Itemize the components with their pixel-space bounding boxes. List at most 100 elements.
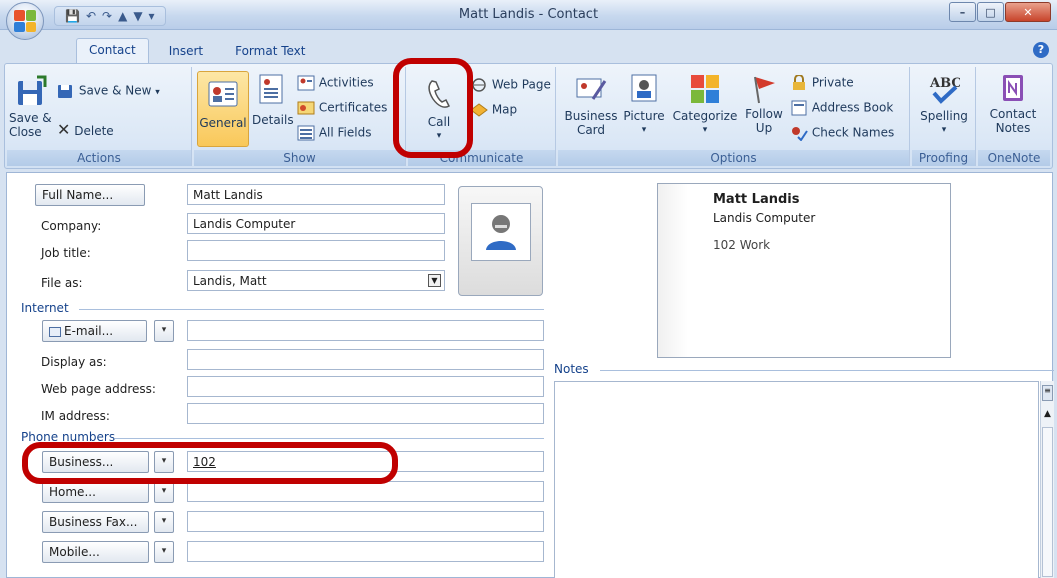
group-communicate: Call ▾ Web Page Map Communicate — [408, 67, 556, 166]
save-new-button[interactable]: Save & New ▾ — [57, 83, 160, 99]
contact-notes-button[interactable]: Contact Notes — [984, 73, 1042, 135]
email-dropdown-button[interactable]: ▾ — [154, 320, 174, 342]
all-fields-button[interactable]: All Fields — [297, 125, 371, 141]
scroll-up-icon[interactable]: ▲ — [1042, 409, 1053, 419]
group-label-communicate: Communicate — [408, 150, 555, 166]
split-view-icon[interactable]: ≡ — [1042, 385, 1053, 401]
group-label-options: Options — [558, 150, 909, 166]
address-book-icon — [791, 100, 807, 116]
full-name-field[interactable]: Matt Landis — [187, 184, 445, 205]
tab-insert[interactable]: Insert — [157, 40, 215, 64]
web-page-label: Web page address: — [41, 382, 156, 396]
home-phone-dropdown-button[interactable]: ▾ — [154, 481, 174, 503]
business-fax-field[interactable] — [187, 511, 544, 532]
file-as-field[interactable]: Landis, Matt — [187, 270, 445, 291]
map-button[interactable]: Map — [470, 102, 517, 118]
card-contact-name: Matt Landis — [713, 192, 800, 207]
check-names-icon — [792, 127, 808, 141]
file-as-label: File as: — [41, 276, 83, 290]
file-as-dropdown-icon[interactable]: ▼ — [428, 274, 441, 287]
tab-format-text[interactable]: Format Text — [223, 40, 317, 64]
web-page-button[interactable]: Web Page — [470, 77, 551, 93]
office-button[interactable] — [6, 2, 44, 40]
phone-numbers-section-title: Phone numbers — [21, 430, 116, 444]
scroll-thumb[interactable] — [1042, 427, 1053, 577]
group-label-show: Show — [194, 150, 405, 166]
mobile-phone-dropdown-button[interactable]: ▾ — [154, 541, 174, 563]
business-phone-button[interactable]: Business... — [42, 451, 149, 473]
call-dropdown-icon[interactable]: ▾ — [414, 129, 464, 143]
group-options: Business Card Picture ▾ Categorize ▾ Fol… — [558, 67, 910, 166]
minimize-button[interactable]: – — [949, 2, 976, 22]
follow-up-button[interactable]: Follow Up — [741, 73, 787, 135]
email-field[interactable] — [187, 320, 544, 341]
all-fields-icon — [297, 125, 315, 141]
spelling-button[interactable]: ABC Spelling ▾ — [916, 73, 972, 137]
contact-form: Full Name... Matt Landis Company: Landis… — [6, 172, 1054, 578]
business-phone-dropdown-button[interactable]: ▾ — [154, 451, 174, 473]
business-phone-field[interactable]: 102 — [187, 451, 544, 472]
business-card-icon — [576, 78, 607, 100]
home-phone-button[interactable]: Home... — [42, 481, 149, 503]
maximize-button[interactable]: □ — [977, 2, 1004, 22]
email-button[interactable]: E-mail... — [42, 320, 147, 342]
notes-scrollbar[interactable]: ≡ ▲ — [1040, 381, 1054, 578]
general-icon — [208, 81, 238, 107]
mobile-phone-button[interactable]: Mobile... — [42, 541, 149, 563]
general-button[interactable]: General — [197, 71, 249, 147]
file-as-value: Landis, Matt — [193, 274, 267, 288]
spelling-dropdown-icon[interactable]: ▾ — [916, 123, 972, 137]
certificates-button[interactable]: Certificates — [297, 100, 387, 116]
picture-icon — [631, 74, 657, 102]
tab-contact[interactable]: Contact — [76, 38, 149, 64]
job-title-label: Job title: — [41, 246, 91, 260]
notes-section-title: Notes — [554, 362, 589, 376]
phone-divider — [115, 438, 544, 439]
notes-divider — [600, 370, 1054, 371]
picture-dropdown-icon[interactable]: ▾ — [621, 123, 667, 137]
business-fax-dropdown-button[interactable]: ▾ — [154, 511, 174, 533]
card-company: Landis Computer — [713, 211, 816, 225]
delete-button[interactable]: ✕ Delete — [57, 120, 114, 139]
internet-section-title: Internet — [21, 301, 69, 315]
title-bar: 💾 ↶ ↷ ▲ ▼ ▾ Matt Landis - Contact – □ ✕ — [0, 0, 1057, 30]
mobile-phone-field[interactable] — [187, 541, 544, 562]
job-title-field[interactable] — [187, 240, 445, 261]
web-page-field[interactable] — [187, 376, 544, 397]
im-address-field[interactable] — [187, 403, 544, 424]
notes-editor[interactable] — [554, 381, 1039, 578]
group-show: General Details Activities Certificates … — [194, 67, 406, 166]
address-book-button[interactable]: Address Book — [790, 100, 893, 116]
ribbon: Save & Close Save & New ▾ ✕ Delete Actio… — [4, 63, 1053, 169]
home-phone-field[interactable] — [187, 481, 544, 502]
save-close-icon — [18, 75, 47, 105]
business-card-button[interactable]: Business Card — [562, 73, 620, 137]
categorize-dropdown-icon[interactable]: ▾ — [670, 123, 740, 137]
activities-icon — [297, 75, 315, 91]
save-close-button[interactable]: Save & Close — [9, 75, 53, 139]
activities-button[interactable]: Activities — [297, 75, 374, 91]
picture-button[interactable]: Picture ▾ — [621, 73, 667, 137]
contact-photo-icon — [471, 203, 531, 261]
private-button[interactable]: Private — [790, 75, 854, 91]
flag-icon — [754, 76, 775, 104]
group-label-actions: Actions — [7, 150, 191, 166]
business-card-preview[interactable]: Matt Landis Landis Computer 102 Work — [657, 183, 951, 358]
card-phone: 102 Work — [713, 238, 771, 252]
spelling-icon: ABC — [929, 76, 960, 104]
business-fax-button[interactable]: Business Fax... — [42, 511, 149, 533]
ribbon-tabs: Contact Insert Format Text — [0, 30, 1057, 64]
full-name-button[interactable]: Full Name... — [35, 184, 145, 206]
company-field[interactable]: Landis Computer — [187, 213, 445, 234]
certificates-icon — [297, 101, 315, 115]
contact-photo-button[interactable] — [458, 186, 543, 296]
call-button[interactable]: Call ▾ — [414, 77, 464, 143]
details-button[interactable]: Details — [252, 73, 294, 127]
close-button[interactable]: ✕ — [1005, 2, 1051, 22]
display-as-field[interactable] — [187, 349, 544, 370]
categorize-button[interactable]: Categorize ▾ — [670, 73, 740, 137]
categorize-icon — [691, 75, 719, 103]
help-icon[interactable]: ? — [1033, 42, 1049, 58]
save-new-dropdown-icon[interactable]: ▾ — [155, 88, 160, 98]
check-names-button[interactable]: Check Names — [790, 125, 894, 141]
